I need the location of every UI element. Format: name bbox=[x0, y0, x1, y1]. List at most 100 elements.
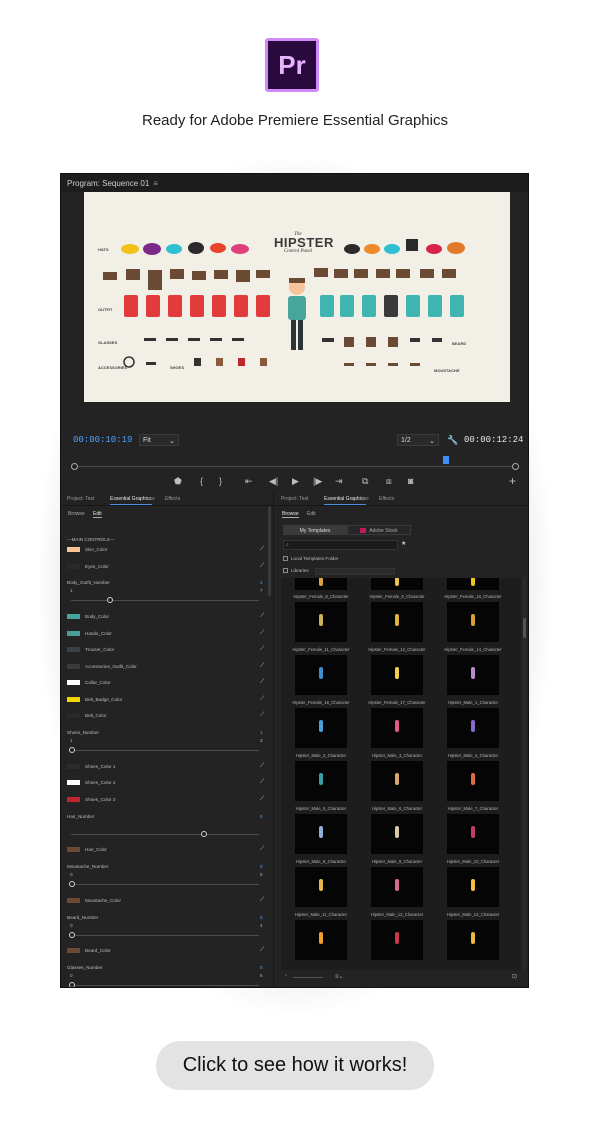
slider-track[interactable] bbox=[71, 600, 259, 601]
subtab-edit[interactable]: Edit bbox=[307, 511, 316, 517]
eyedropper-icon[interactable]: ⟋ bbox=[260, 630, 266, 636]
slider-knob[interactable] bbox=[69, 982, 75, 987]
eyedropper-icon[interactable]: ⟋ bbox=[260, 546, 266, 552]
local-templates-checkbox[interactable] bbox=[283, 556, 288, 561]
playback-resolution-select[interactable]: 1/2 ⌄ bbox=[397, 434, 439, 446]
slider-track[interactable] bbox=[71, 834, 259, 835]
slider-value[interactable]: 0 bbox=[260, 864, 263, 869]
marker-icon[interactable]: ⬟ bbox=[174, 476, 182, 487]
go-to-in-icon[interactable]: ⇤ bbox=[245, 476, 253, 487]
template-thumbnail[interactable] bbox=[447, 920, 499, 960]
eyedropper-icon[interactable]: ⟋ bbox=[260, 646, 266, 652]
template-search-input[interactable]: ⌕ bbox=[283, 540, 398, 550]
add-button-icon[interactable]: + bbox=[509, 474, 516, 488]
tab-project[interactable]: Project: Test bbox=[281, 496, 308, 502]
color-swatch[interactable] bbox=[67, 898, 80, 903]
panel-menu-icon[interactable]: ≡ bbox=[152, 496, 155, 502]
template-thumbnail[interactable] bbox=[371, 761, 423, 801]
go-to-out-icon[interactable]: ⇥ bbox=[335, 476, 343, 487]
playhead-timecode[interactable]: 00:00:10:19 bbox=[73, 435, 132, 445]
color-swatch[interactable] bbox=[67, 697, 80, 702]
mark-out-icon[interactable]: } bbox=[219, 476, 222, 486]
color-swatch[interactable] bbox=[67, 764, 80, 769]
eyedropper-icon[interactable]: ⟋ bbox=[260, 712, 266, 718]
template-thumbnail[interactable] bbox=[371, 920, 423, 960]
in-point-handle[interactable] bbox=[71, 463, 78, 470]
color-swatch[interactable] bbox=[67, 614, 80, 619]
eyedropper-icon[interactable]: ⟋ bbox=[260, 796, 266, 802]
sort-icon[interactable]: ≡⌄ bbox=[335, 973, 344, 980]
panel-menu-icon[interactable]: ≡ bbox=[366, 496, 369, 502]
eyedropper-icon[interactable]: ⟋ bbox=[260, 563, 266, 569]
color-swatch[interactable] bbox=[67, 780, 80, 785]
eyedropper-icon[interactable]: ⟋ bbox=[260, 679, 266, 685]
libraries-select[interactable] bbox=[315, 568, 395, 575]
template-thumbnail[interactable] bbox=[447, 814, 499, 854]
template-thumbnail[interactable] bbox=[447, 578, 499, 590]
slider-track[interactable] bbox=[71, 884, 259, 885]
subtab-browse[interactable]: Browse bbox=[282, 511, 299, 518]
template-thumbnail[interactable] bbox=[295, 814, 347, 854]
template-thumbnail[interactable] bbox=[295, 602, 347, 642]
color-swatch[interactable] bbox=[67, 664, 80, 669]
step-back-icon[interactable]: ◀| bbox=[269, 476, 278, 487]
libraries-checkbox[interactable] bbox=[283, 568, 288, 573]
color-swatch[interactable] bbox=[67, 564, 80, 569]
thumbnail-size-slider[interactable] bbox=[293, 977, 323, 978]
template-thumbnail[interactable] bbox=[447, 867, 499, 907]
eyedropper-icon[interactable]: ⟋ bbox=[260, 779, 266, 785]
color-swatch[interactable] bbox=[67, 647, 80, 652]
template-thumbnail[interactable] bbox=[295, 655, 347, 695]
play-icon[interactable]: ▶ bbox=[292, 476, 299, 487]
color-swatch[interactable] bbox=[67, 547, 80, 552]
slider-value[interactable]: 2 bbox=[260, 580, 263, 585]
adobe-stock-tab[interactable]: Adobe Stock bbox=[347, 525, 411, 535]
slider-track[interactable] bbox=[71, 935, 259, 936]
panel-menu-icon[interactable]: ≡ bbox=[153, 179, 158, 188]
template-thumbnail[interactable] bbox=[295, 578, 347, 590]
slider-knob[interactable] bbox=[107, 597, 113, 603]
step-forward-icon[interactable]: |▶ bbox=[313, 476, 322, 487]
slider-track[interactable] bbox=[71, 985, 259, 986]
eyedropper-icon[interactable]: ⟋ bbox=[260, 846, 266, 852]
slider-knob[interactable] bbox=[201, 831, 207, 837]
slider-value[interactable]: 1 bbox=[260, 730, 263, 735]
playhead-marker[interactable] bbox=[443, 456, 449, 464]
my-templates-tab[interactable]: My Templates bbox=[283, 525, 347, 535]
template-thumbnail[interactable] bbox=[447, 655, 499, 695]
template-thumbnail[interactable] bbox=[295, 708, 347, 748]
color-swatch[interactable] bbox=[67, 797, 80, 802]
eyedropper-icon[interactable]: ⟋ bbox=[260, 613, 266, 619]
template-thumbnail[interactable] bbox=[371, 867, 423, 907]
see-how-it-works-button[interactable]: Click to see how it works! bbox=[156, 1041, 434, 1090]
camera-icon[interactable]: ◙ bbox=[408, 476, 413, 486]
new-item-icon[interactable]: ⊡ bbox=[512, 973, 517, 980]
template-thumbnail[interactable] bbox=[371, 602, 423, 642]
tab-essential-graphics[interactable]: Essential Graphics bbox=[110, 496, 152, 505]
color-swatch[interactable] bbox=[67, 680, 80, 685]
template-thumbnail[interactable] bbox=[295, 920, 347, 960]
eyedropper-icon[interactable]: ⟋ bbox=[260, 696, 266, 702]
tab-project[interactable]: Project: Test bbox=[67, 496, 94, 502]
slider-knob[interactable] bbox=[69, 747, 75, 753]
zoom-fit-select[interactable]: Fit ⌄ bbox=[139, 434, 179, 446]
subtab-browse[interactable]: Browse bbox=[68, 511, 85, 517]
template-thumbnail[interactable] bbox=[371, 708, 423, 748]
extract-icon[interactable]: ⧈ bbox=[386, 476, 392, 487]
slider-knob[interactable] bbox=[69, 932, 75, 938]
subtab-edit[interactable]: Edit bbox=[93, 511, 102, 518]
eyedropper-icon[interactable]: ⟋ bbox=[260, 897, 266, 903]
left-panel-scrollbar[interactable] bbox=[268, 506, 271, 596]
template-thumbnail[interactable] bbox=[371, 814, 423, 854]
lift-icon[interactable]: ⧉ bbox=[362, 476, 368, 487]
template-thumbnail[interactable] bbox=[295, 761, 347, 801]
slider-value[interactable]: 0 bbox=[260, 915, 263, 920]
slider-track[interactable] bbox=[71, 750, 259, 751]
template-thumbnail[interactable] bbox=[447, 602, 499, 642]
templates-scroll-thumb[interactable] bbox=[523, 618, 526, 638]
color-swatch[interactable] bbox=[67, 631, 80, 636]
color-swatch[interactable] bbox=[67, 713, 80, 718]
template-thumbnail[interactable] bbox=[295, 867, 347, 907]
out-point-handle[interactable] bbox=[512, 463, 519, 470]
slider-value[interactable]: 0 bbox=[260, 965, 263, 970]
